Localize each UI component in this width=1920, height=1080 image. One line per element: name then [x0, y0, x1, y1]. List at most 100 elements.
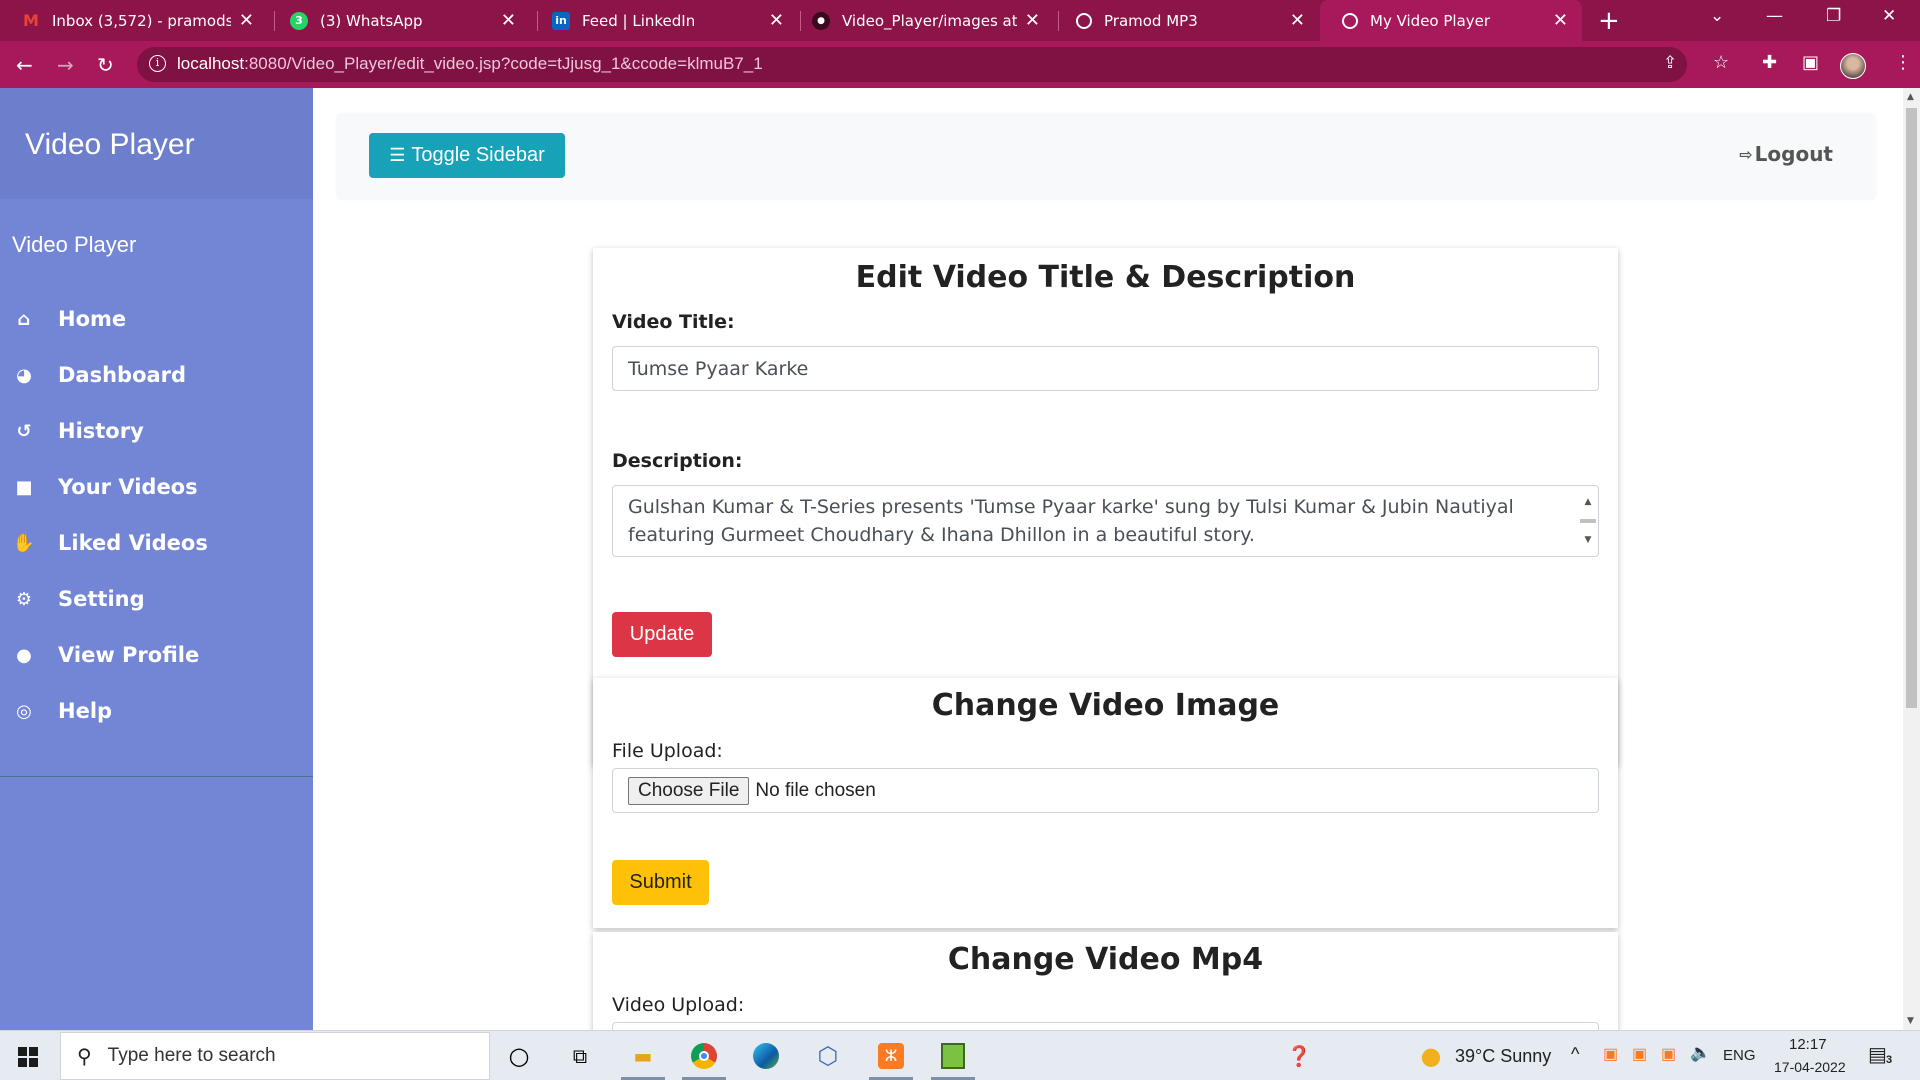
sidebar-item-dashboard[interactable]: ◕ Dashboard [0, 347, 313, 403]
close-icon[interactable]: ✕ [1553, 10, 1568, 31]
side-panel-icon[interactable]: ▣ [1802, 52, 1819, 73]
info-icon[interactable]: i [149, 55, 166, 72]
reload-icon[interactable]: ↻ [97, 53, 114, 77]
video-file-input[interactable] [612, 1022, 1599, 1030]
help-tips-icon[interactable]: ❓ [1283, 1040, 1315, 1072]
video-camera-icon: ■ [15, 476, 33, 498]
palette-icon: ◕ [16, 364, 32, 386]
search-placeholder: Type here to search [107, 1045, 276, 1066]
taskbar-search-box[interactable]: ⚲ Type here to search [60, 1032, 490, 1080]
tab-search-icon[interactable]: ⌄ [1710, 6, 1724, 26]
history-icon: ↺ [16, 420, 32, 442]
toggle-sidebar-button[interactable]: ☰ Toggle Sidebar [369, 133, 565, 178]
web-page: Video Player Video Player ⌂ Home ◕ Dashb… [0, 88, 1903, 1030]
speaker-icon[interactable]: 🔈 [1690, 1043, 1711, 1063]
browser-toolbar: ← → ↻ i localhost:8080/Video_Player/edit… [0, 41, 1920, 88]
textarea-scrollbar[interactable]: ▲ ▼ [1580, 488, 1596, 554]
file-explorer-icon[interactable]: ▬ [627, 1040, 659, 1072]
linkedin-icon: in [552, 11, 570, 30]
file-upload-label: File Upload: [612, 740, 723, 762]
align-left-icon: ☰ [389, 145, 406, 165]
close-icon[interactable]: ✕ [1290, 10, 1305, 31]
scroll-thumb[interactable] [1906, 108, 1917, 708]
forward-arrow-icon[interactable]: → [57, 53, 74, 77]
restore-button[interactable]: ❐ [1826, 6, 1841, 26]
tab-github[interactable]: ● Video_Player/images at main ✕ [790, 0, 1054, 41]
sidebar: Video Player Video Player ⌂ Home ◕ Dashb… [0, 88, 313, 1030]
submit-button[interactable]: Submit [612, 860, 709, 905]
cortana-icon[interactable]: ○ [503, 1040, 535, 1072]
close-icon[interactable]: ✕ [1025, 10, 1040, 31]
user-icon: ● [16, 644, 32, 666]
chrome-icon[interactable] [688, 1040, 720, 1072]
clock-date[interactable]: 17-04-2022 [1774, 1059, 1846, 1075]
globe-icon [1342, 12, 1358, 29]
profile-avatar[interactable] [1840, 53, 1866, 79]
sidebar-item-label: View Profile [58, 643, 200, 667]
choose-file-button[interactable]: Choose File [628, 776, 750, 805]
change-video-card: Change Video Mp4 Video Upload: [593, 932, 1618, 1030]
tab-title: Video_Player/images at main [842, 11, 1017, 30]
tab-my-video-player[interactable]: My Video Player ✕ [1320, 0, 1582, 41]
window-close-button[interactable]: ✕ [1882, 6, 1896, 26]
sidebar-item-view-profile[interactable]: ● View Profile [0, 627, 313, 683]
page-scrollbar[interactable]: ▲ ▼ [1903, 88, 1920, 1030]
gmail-icon: M [23, 11, 39, 30]
edit-details-heading: Edit Video Title & Description [855, 260, 1356, 295]
change-video-heading: Change Video Mp4 [947, 942, 1264, 977]
browser-tab-bar: M Inbox (3,572) - pramodsaini ✕ 3 (3) Wh… [0, 0, 1920, 41]
sidebar-item-history[interactable]: ↺ History [0, 403, 313, 459]
tab-gmail[interactable]: M Inbox (3,572) - pramodsaini ✕ [0, 0, 268, 41]
notepad-plus-icon[interactable] [937, 1040, 969, 1072]
xampp-tray-icon[interactable]: ▣ [1632, 1044, 1647, 1064]
tab-pramod-mp3[interactable]: Pramod MP3 ✕ [1054, 0, 1319, 41]
close-icon[interactable]: ✕ [501, 10, 516, 31]
update-button[interactable]: Update [612, 612, 712, 657]
extensions-puzzle-icon[interactable]: ✚ [1762, 52, 1777, 73]
tab-whatsapp[interactable]: 3 (3) WhatsApp ✕ [268, 0, 530, 41]
sidebar-item-liked-videos[interactable]: ✋ Liked Videos [0, 515, 313, 571]
share-icon[interactable]: ⇪ [1663, 53, 1677, 73]
sidebar-item-help[interactable]: ◎ Help [0, 683, 313, 739]
xampp-tray-icon[interactable]: ▣ [1661, 1044, 1676, 1064]
windows-start-icon[interactable] [18, 1047, 38, 1067]
sidebar-item-label: History [58, 419, 144, 443]
sidebar-item-home[interactable]: ⌂ Home [0, 291, 313, 347]
bookmark-star-icon[interactable]: ☆ [1713, 52, 1729, 73]
edge-icon[interactable] [750, 1040, 782, 1072]
sidebar-item-setting[interactable]: ⚙ Setting [0, 571, 313, 627]
image-file-input[interactable]: Choose File No file chosen [612, 768, 1599, 813]
language-indicator[interactable]: ENG [1723, 1047, 1756, 1064]
windows-taskbar: ⚲ Type here to search ○ ⧉ ▬ ⬡ ⵣ ❓ ● 39°C… [0, 1030, 1920, 1080]
tray-overflow-chevron-icon[interactable]: ^ [1571, 1044, 1579, 1065]
minimize-button[interactable]: — [1766, 6, 1783, 26]
address-bar[interactable]: i localhost:8080/Video_Player/edit_video… [137, 47, 1687, 82]
description-textarea[interactable]: Gulshan Kumar & T-Series presents 'Tumse… [612, 485, 1599, 557]
logout-link[interactable]: ⇨ Logout [1739, 142, 1833, 166]
url-text[interactable]: localhost:8080/Video_Player/edit_video.j… [177, 54, 763, 74]
sidebar-subtitle: Video Player [12, 232, 137, 257]
tab-title: My Video Player [1370, 11, 1491, 30]
back-arrow-icon[interactable]: ← [16, 53, 33, 77]
tab-linkedin[interactable]: in Feed | LinkedIn ✕ [530, 0, 798, 41]
close-icon[interactable]: ✕ [239, 10, 254, 31]
sidebar-item-your-videos[interactable]: ■ Your Videos [0, 459, 313, 515]
menu-kebab-icon[interactable]: ⋮ [1894, 52, 1912, 73]
sidebar-item-label: Setting [58, 587, 145, 611]
home-icon: ⌂ [17, 308, 31, 330]
xampp-tray-icon[interactable]: ▣ [1603, 1044, 1618, 1064]
virtualbox-icon[interactable]: ⬡ [812, 1040, 844, 1072]
file-status-text: No file chosen [755, 779, 876, 801]
task-view-icon[interactable]: ⧉ [564, 1040, 596, 1072]
video-title-input[interactable]: Tumse Pyaar Karke [612, 346, 1599, 391]
sidebar-item-label: Liked Videos [58, 531, 208, 555]
xampp-icon[interactable]: ⵣ [875, 1040, 907, 1072]
notification-center-icon[interactable]: ▤ [1868, 1042, 1887, 1067]
tab-title: Pramod MP3 [1104, 11, 1198, 30]
close-icon[interactable]: ✕ [769, 10, 784, 31]
weather-text[interactable]: 39°C Sunny [1455, 1046, 1551, 1067]
new-tab-button[interactable]: + [1598, 6, 1620, 36]
sidebar-brand: Video Player [0, 88, 313, 199]
clock-time[interactable]: 12:17 [1789, 1036, 1827, 1053]
toggle-sidebar-label: Toggle Sidebar [411, 144, 545, 166]
